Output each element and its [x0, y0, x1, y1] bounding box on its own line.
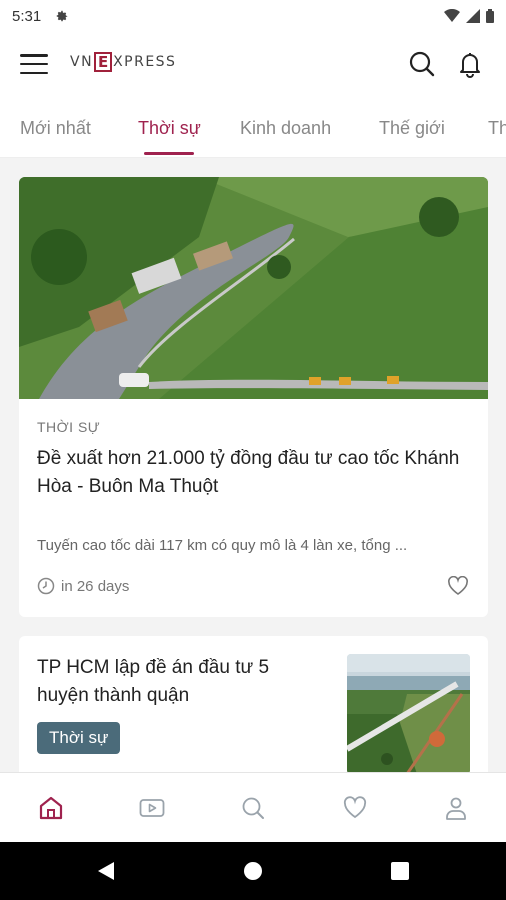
status-time: 5:31	[12, 7, 42, 25]
logo-mark: E	[94, 52, 113, 72]
article-summary: Tuyến cao tốc dài 117 km có quy mô là 4 …	[37, 537, 408, 554]
profile-icon[interactable]	[443, 795, 469, 821]
app-bar: VN E XPRESS	[0, 32, 506, 96]
active-tab-indicator	[144, 152, 194, 155]
video-icon[interactable]	[139, 795, 165, 821]
article-card[interactable]: TP HCM lập đề án đầu tư 5 huyện thành qu…	[19, 636, 488, 786]
gear-icon	[56, 10, 68, 22]
logo-text-right: XPRESS	[113, 54, 177, 70]
article-category: THỜI SỰ	[37, 419, 101, 435]
bell-icon[interactable]	[456, 50, 484, 78]
category-tag[interactable]: Thời sự	[37, 722, 121, 754]
article-thumbnail-bridge	[347, 654, 470, 774]
vnexpress-logo[interactable]: VN E XPRESS	[70, 52, 176, 72]
tab-the-gioi[interactable]: Thế giới	[379, 118, 445, 139]
status-bar: 5:31	[0, 0, 506, 32]
article-meta: in 26 days	[37, 577, 129, 595]
recents-icon[interactable]	[390, 861, 410, 881]
logo-text-left: VN	[70, 54, 94, 70]
search-icon[interactable]	[240, 795, 266, 821]
article-headline[interactable]: Đề xuất hơn 21.000 tỷ đồng đầu tư cao tố…	[37, 445, 467, 501]
home-icon[interactable]	[38, 795, 64, 821]
article-card-featured[interactable]: THỜI SỰ Đề xuất hơn 21.000 tỷ đồng đầu t…	[19, 177, 488, 617]
clock-icon	[37, 577, 55, 595]
article-headline[interactable]: TP HCM lập đề án đầu tư 5 huyện thành qu…	[37, 654, 317, 710]
tab-kinh-doanh[interactable]: Kinh doanh	[240, 118, 331, 139]
article-time: in 26 days	[61, 577, 130, 595]
category-tabs: Mới nhất Thời sự Kinh doanh Thế giới Th	[0, 96, 506, 158]
system-navigation-bar	[0, 842, 506, 900]
back-icon[interactable]	[96, 861, 116, 881]
signal-icon	[466, 9, 480, 23]
tab-thoi-su[interactable]: Thời sự	[138, 118, 201, 139]
home-circle-icon[interactable]	[243, 861, 263, 881]
bottom-navigation	[0, 772, 506, 842]
menu-button[interactable]	[20, 52, 48, 76]
status-icons	[444, 9, 494, 23]
search-icon[interactable]	[408, 50, 436, 78]
heart-icon[interactable]	[447, 576, 469, 596]
tab-next[interactable]: Th	[488, 118, 506, 139]
wifi-icon	[444, 9, 460, 22]
heart-icon[interactable]	[342, 795, 368, 821]
tab-moi-nhat[interactable]: Mới nhất	[20, 118, 91, 139]
battery-icon	[486, 9, 494, 23]
article-image-highway	[19, 177, 488, 399]
